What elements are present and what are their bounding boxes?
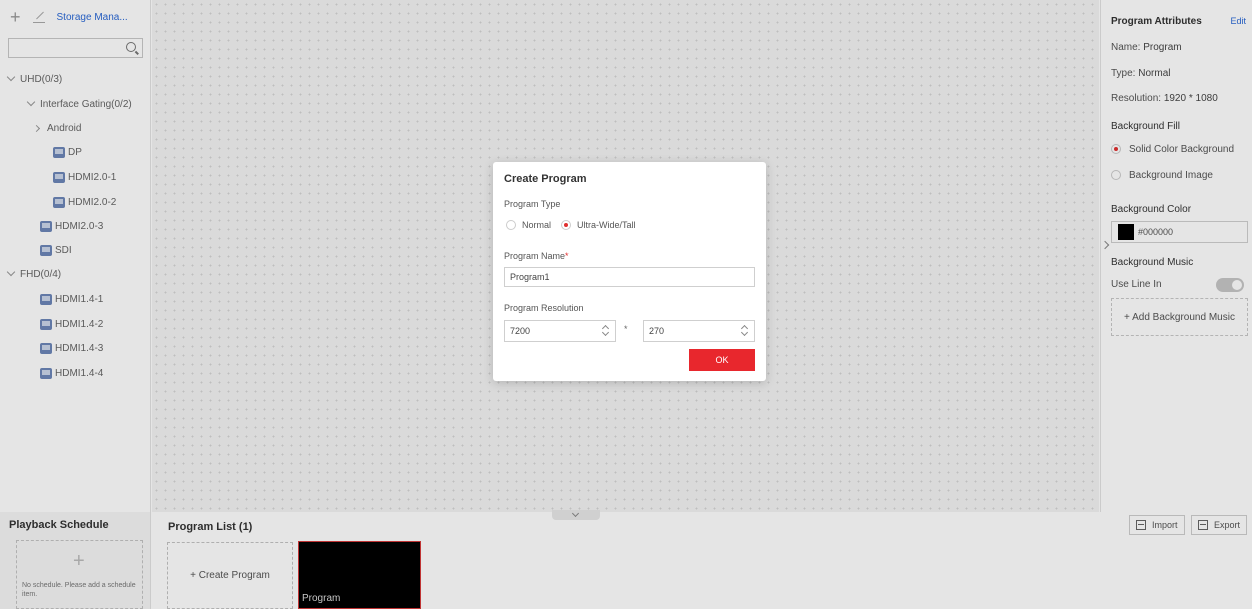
program-type-options: Normal Ultra-Wide/Tall bbox=[506, 220, 636, 230]
program-type-label: Program Type bbox=[504, 199, 561, 209]
ok-button[interactable]: OK bbox=[689, 349, 755, 371]
times-sign: * bbox=[624, 324, 628, 334]
stepper-icon[interactable] bbox=[602, 324, 610, 338]
dialog-title: Create Program bbox=[504, 173, 587, 185]
resolution-height-input[interactable]: 270 bbox=[643, 320, 755, 342]
program-name-label: Program Name* bbox=[504, 251, 569, 261]
create-program-dialog: Create Program Program Type Normal Ultra… bbox=[493, 162, 766, 381]
stepper-icon[interactable] bbox=[741, 324, 749, 338]
radio-normal[interactable] bbox=[506, 220, 516, 230]
resolution-width-input[interactable]: 7200 bbox=[504, 320, 616, 342]
program-resolution-label: Program Resolution bbox=[504, 303, 584, 313]
program-name-input[interactable]: Program1 bbox=[504, 267, 755, 287]
normal-option-label[interactable]: Normal bbox=[522, 220, 551, 230]
radio-ultra-wide[interactable] bbox=[561, 220, 572, 230]
ultra-wide-option-label[interactable]: Ultra-Wide/Tall bbox=[577, 220, 636, 230]
